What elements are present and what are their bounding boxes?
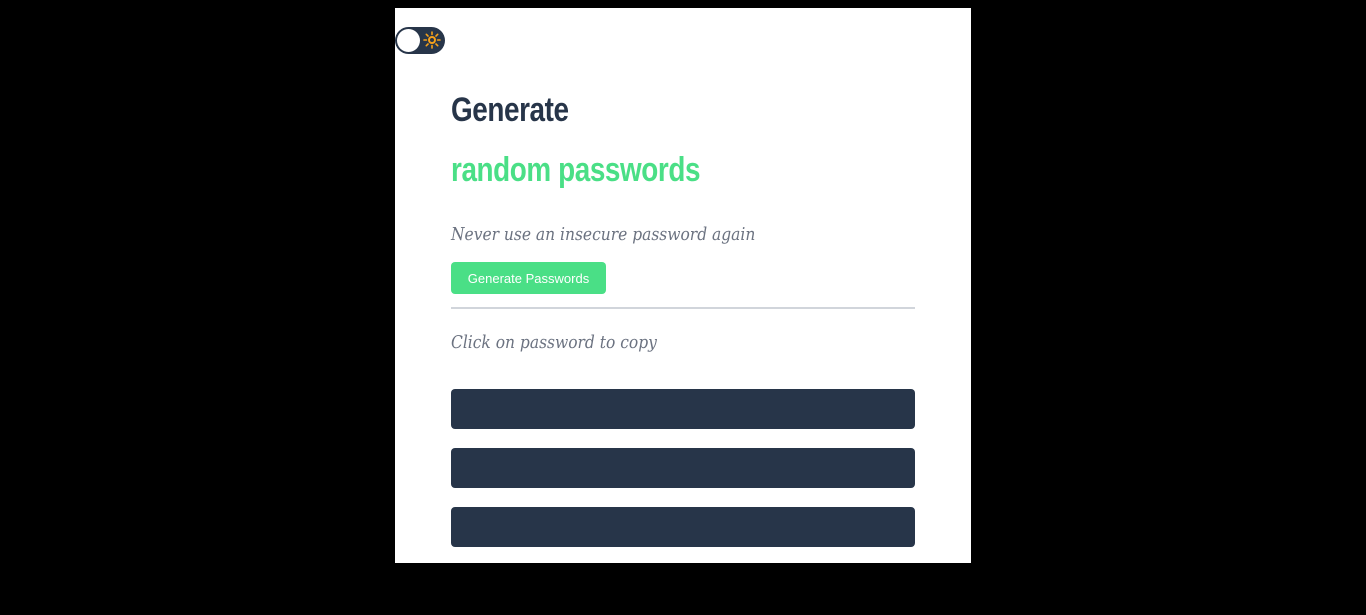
divider	[451, 307, 915, 309]
sun-icon	[423, 31, 441, 49]
copy-hint: Click on password to copy	[451, 332, 657, 353]
page-subtitle: random passwords	[451, 151, 701, 189]
tagline: Never use an insecure password again	[451, 224, 756, 245]
password-output-3[interactable]	[451, 507, 915, 547]
toggle-knob	[397, 29, 420, 52]
page-title: Generate	[451, 91, 569, 129]
password-output-1[interactable]	[451, 389, 915, 429]
generate-passwords-button[interactable]: Generate Passwords	[451, 262, 606, 294]
password-output-2[interactable]	[451, 448, 915, 488]
theme-toggle[interactable]	[395, 27, 445, 54]
password-generator-card: Generate random passwords Never use an i…	[395, 8, 971, 563]
